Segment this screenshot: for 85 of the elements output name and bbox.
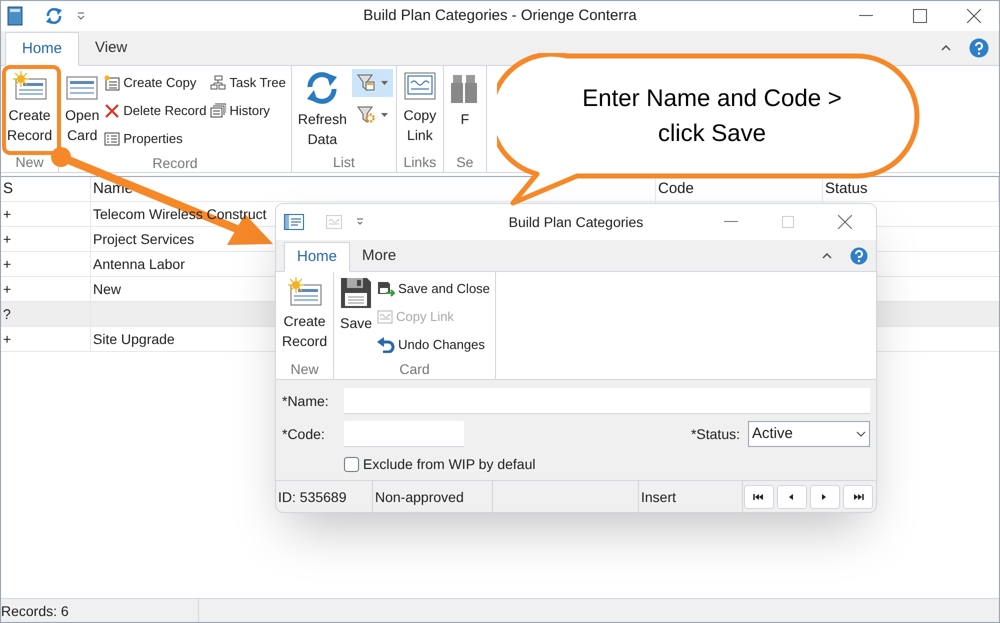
help-icon xyxy=(969,38,989,58)
record-count: Records: 6 xyxy=(1,599,199,622)
filter-button[interactable] xyxy=(352,69,393,97)
name-field[interactable] xyxy=(344,388,870,414)
first-record-icon xyxy=(753,492,765,500)
tree-icon xyxy=(210,75,226,91)
minimize-button[interactable] xyxy=(724,221,738,223)
link-icon xyxy=(326,215,342,229)
table-cell: + xyxy=(1,202,91,226)
ribbon-button[interactable]: History xyxy=(210,97,286,125)
status-dropdown[interactable]: Active xyxy=(748,421,870,447)
collapse-ribbon-button[interactable] xyxy=(941,45,951,51)
undo-icon xyxy=(377,337,396,353)
field-label: *Code: xyxy=(282,424,326,444)
callout-text: Enter Name and Code > click Save xyxy=(581,84,843,149)
ribbon-button[interactable]: F xyxy=(446,69,483,129)
exclude-checkbox[interactable]: Exclude from WIP by defaul xyxy=(344,454,536,475)
refresh-icon xyxy=(45,7,63,25)
ribbon-button[interactable]: Properties xyxy=(104,125,206,153)
last-record-button[interactable] xyxy=(843,484,873,508)
filter-icon xyxy=(356,74,375,92)
close-icon xyxy=(838,215,852,229)
close-button[interactable] xyxy=(967,9,981,23)
close-button[interactable] xyxy=(838,215,852,229)
history-icon xyxy=(210,103,226,119)
tab[interactable]: Home xyxy=(5,32,80,66)
book-icon xyxy=(7,6,23,26)
delete-icon xyxy=(104,103,120,119)
ribbon-button[interactable]: Delete Record xyxy=(104,97,206,125)
table-cell: ? xyxy=(1,302,91,326)
status-text: Non-approved xyxy=(373,481,493,512)
maximize-icon xyxy=(782,216,794,228)
last-record-icon xyxy=(852,492,864,500)
ribbon-button[interactable]: Save and Close xyxy=(377,275,490,303)
dropdown-icon xyxy=(356,218,364,226)
ribbon-button[interactable]: Copy Link xyxy=(400,69,440,145)
new-card-icon xyxy=(12,71,47,101)
link-icon xyxy=(377,310,394,324)
maximize-button[interactable] xyxy=(913,9,927,23)
caret-icon xyxy=(380,81,388,85)
ribbon-button[interactable]: Create Copy xyxy=(104,69,206,97)
tab[interactable]: View xyxy=(79,31,144,65)
table-cell: + xyxy=(1,252,91,276)
field-label: *Status: xyxy=(690,424,740,444)
card-icon xyxy=(284,214,304,230)
help-button[interactable] xyxy=(850,246,868,264)
group-label: Record xyxy=(151,154,199,173)
code-field[interactable] xyxy=(344,421,464,447)
group-label: Links xyxy=(402,153,438,172)
caret-up-icon xyxy=(822,252,832,258)
table-cell: + xyxy=(1,327,91,351)
copy-icon xyxy=(104,75,120,91)
filter-gear-icon xyxy=(356,106,375,124)
chevron-down-icon xyxy=(856,431,866,437)
ribbon-button[interactable]: Refresh Data xyxy=(294,69,350,149)
first-record-button[interactable] xyxy=(744,484,774,508)
properties-icon xyxy=(104,131,120,147)
save-close-icon xyxy=(377,281,396,297)
dropdown-icon xyxy=(77,12,85,20)
group-label: Se xyxy=(455,153,474,172)
help-icon xyxy=(850,246,868,264)
close-icon xyxy=(967,9,981,23)
group-label: List xyxy=(332,153,356,172)
column-header[interactable]: S xyxy=(1,177,91,201)
window-title: Build Plan Categories - Orienge Conterra xyxy=(362,6,638,26)
maximize-icon xyxy=(913,9,927,23)
status-text: Insert xyxy=(639,481,743,512)
tab[interactable]: Home xyxy=(284,242,350,272)
ribbon-button[interactable]: Create Record xyxy=(4,69,56,145)
group-label: New xyxy=(290,360,320,379)
table-cell: + xyxy=(1,227,91,251)
caret-up-icon xyxy=(941,45,951,51)
group-label: New xyxy=(14,153,45,172)
ribbon-button[interactable]: Task Tree xyxy=(210,69,286,97)
group-label: Card xyxy=(398,360,431,379)
minimize-icon xyxy=(724,221,738,223)
field-label: *Name: xyxy=(282,392,330,410)
help-button[interactable] xyxy=(969,38,989,58)
caret-icon xyxy=(380,113,388,117)
new-card-icon xyxy=(288,277,322,307)
status-text: ID: 535689 xyxy=(276,481,373,512)
ribbon-button[interactable]: Open Card xyxy=(62,69,102,145)
minimize-icon xyxy=(859,15,873,17)
abc-link-icon xyxy=(402,71,437,101)
collapse-ribbon-button[interactable] xyxy=(822,252,832,258)
